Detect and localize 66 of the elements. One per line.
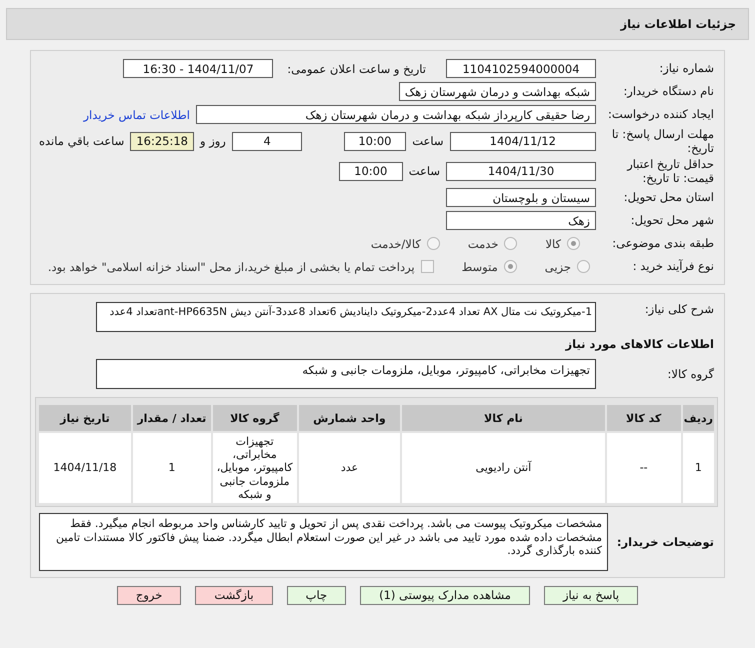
field-label: نوع فرآیند خرید :	[632, 259, 714, 274]
action-button[interactable]: خروج	[116, 586, 182, 605]
radio-button[interactable]	[577, 260, 590, 273]
option-label: جزیی	[544, 260, 571, 274]
field-label: مهلت ارسال پاسخ: تا تاریخ:	[610, 126, 714, 156]
need-number-field: 1104102594000004	[446, 59, 596, 78]
date-field: 1404/11/12	[450, 132, 596, 150]
field-label: استان محل تحویل:	[622, 190, 714, 205]
field-label: طبقه بندی موضوعی:	[611, 236, 714, 251]
table-cell: --	[606, 432, 682, 504]
column-header: ردیف	[682, 404, 715, 432]
field-label: ایجاد کننده درخواست:	[607, 107, 714, 122]
province-field: سیستان و بلوچستان	[446, 188, 596, 207]
field-label: نام دستگاه خریدار:	[622, 84, 714, 99]
column-header: گروه کالا	[212, 404, 298, 432]
buyer-contact-link[interactable]: اطلاعات تماس خریدار	[83, 108, 190, 122]
field-label: توضیحات خریدار:	[616, 534, 714, 550]
table-cell: 1	[682, 432, 715, 504]
radio-button[interactable]	[504, 237, 518, 250]
announce-date-field: 1404/11/07 - 16:30	[123, 59, 274, 78]
column-header: واحد شمارش	[298, 404, 402, 432]
creator-field: رضا حقیقی کارپرداز شبکه بهداشت و درمان شهرستان زهک	[196, 105, 596, 124]
action-button[interactable]: بازگشت	[195, 586, 273, 605]
section-title: اطلاعات کالاهای مورد نیاز	[566, 336, 714, 350]
checkbox-label: پرداخت تمام یا بخشی از مبلغ خرید،از محل "اسناد خزانه اسلامی" خواهد بود.	[48, 260, 415, 274]
action-button[interactable]: مشاهده مدارک پیوستی (1)	[360, 586, 530, 605]
date-field: 1404/11/30	[446, 162, 596, 180]
radio-button[interactable]	[567, 237, 580, 250]
field-label: حداقل تاریخ اعتبار قیمت: تا تاریخ:	[626, 156, 714, 186]
option-label: خدمت	[468, 236, 498, 250]
field-label: تاریخ و ساعت اعلان عمومی:	[287, 62, 426, 76]
field-label: شهر محل تحویل:	[630, 213, 714, 228]
column-header: کد کالا	[606, 404, 682, 432]
option-label: کالا	[545, 236, 561, 250]
table-cell: تجهیزات مخابراتی، کامپیوتر، موبایل، ملزومات جانبی و شبکه	[212, 432, 298, 504]
option-label: کالا/خدمت	[370, 236, 421, 250]
action-button[interactable]: پاسخ به نیاز	[544, 586, 638, 605]
remaining-time-field: 16:25:18	[130, 132, 194, 150]
radio-button[interactable]	[504, 260, 517, 273]
column-header: تعداد / مقدار	[132, 404, 212, 432]
buyer-field: شبکه بهداشت و درمان شهرستان زهک	[398, 82, 596, 101]
column-header: نام کالا	[401, 404, 606, 432]
field-label: ساعت	[412, 134, 444, 148]
column-header: تاریخ نیاز	[38, 404, 132, 432]
days-field: 4	[232, 132, 302, 150]
table-cell: عدد	[298, 432, 402, 504]
time-field: 10:00	[344, 132, 406, 150]
city-field: زهک	[446, 211, 596, 230]
field-label: شرح کلی نیاز:	[644, 302, 714, 316]
checkbox[interactable]	[420, 260, 434, 273]
action-button[interactable]: چاپ	[286, 586, 346, 605]
time-field: 10:00	[338, 162, 403, 180]
description-field: 1-میکروتیک نت متال AX تعداد 4عدد2-میکروتیک دایناديش 6تعداد 8عدد3-آنتن دیش ant-HP6635Nتعداد 4عدد	[96, 302, 596, 332]
table-cell: 1	[132, 432, 212, 504]
field-label: شماره نیاز:	[658, 61, 714, 76]
field-label: گروه کالا:	[666, 366, 714, 382]
goods-group-field: تجهیزات مخابراتی، کامپیوتر، موبایل، ملزومات جانبی و شبکه	[96, 359, 596, 389]
table-cell: 1404/11/18	[38, 432, 132, 504]
buyer-notes-field: مشخصات میکروتیک پیوست می باشد. پرداخت نقدی پس از تحویل و تایید کارشناس واحد مربوطه انجام میگیرد. فقط مشخصات داده شده مورد تایید می باشد در غیر این صورت استعلام ابطال میگردد. ضمنا پیش فاکتور کالا مستندات تامین کننده بارگذاری گردد.	[39, 512, 608, 571]
field-label: روز و	[200, 134, 226, 148]
page-title: جزئیات اطلاعات نیاز	[620, 17, 736, 31]
table-cell: آنتن رادیویی	[401, 432, 606, 504]
field-label: ساعت باقي مانده	[39, 134, 124, 148]
option-label: متوسط	[462, 260, 498, 274]
field-label: ساعت	[408, 164, 440, 178]
radio-button[interactable]	[426, 237, 440, 250]
